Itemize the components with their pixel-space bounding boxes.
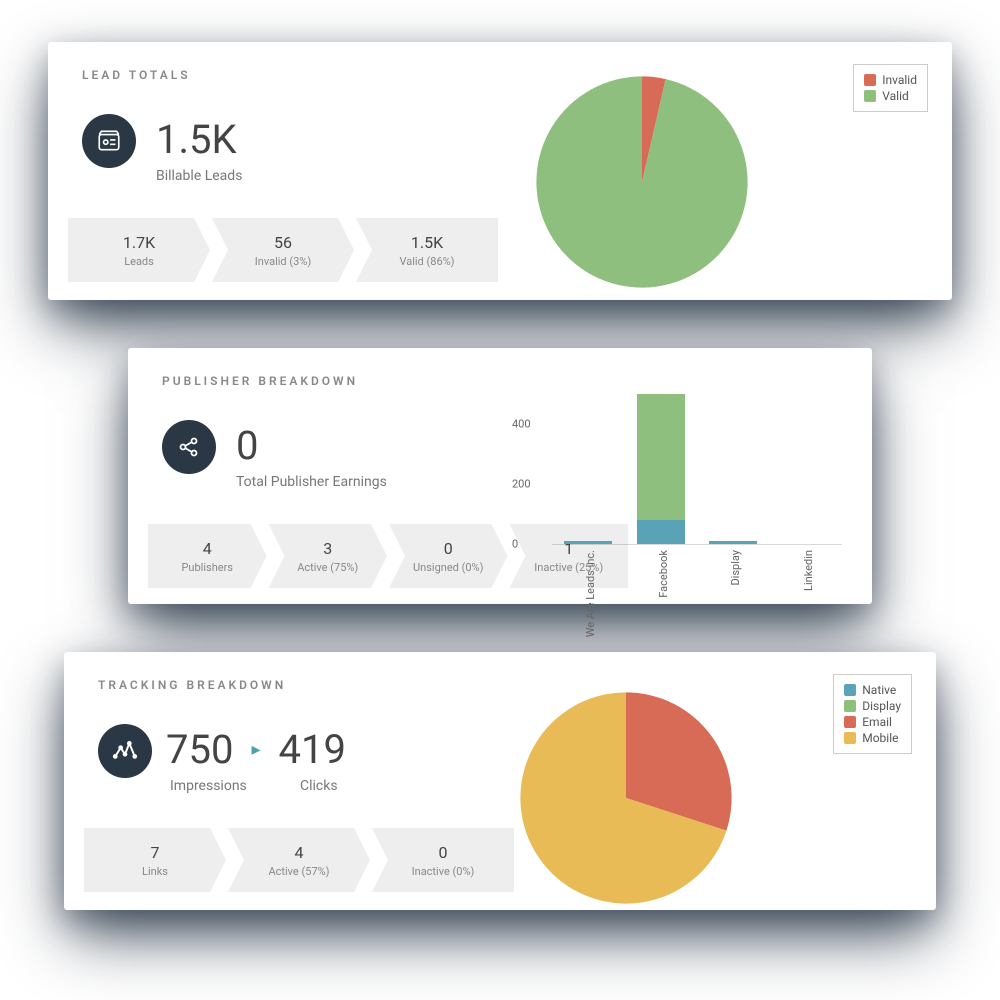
stat-chip: 56Invalid (3%) <box>212 218 354 282</box>
billable-leads-label: Billable Leads <box>156 168 242 184</box>
pie-slice <box>536 76 747 287</box>
impressions-label: Impressions <box>170 778 247 794</box>
legend-swatch <box>864 74 876 86</box>
y-tick: 200 <box>512 478 531 491</box>
bar-segment <box>709 541 757 544</box>
lead-totals-pie <box>532 72 752 292</box>
stat-chip: 1.5KValid (86%) <box>356 218 498 282</box>
bar-segment <box>564 541 612 544</box>
x-tick: We Are Leads inc. <box>584 550 597 637</box>
x-tick: Facebook <box>657 550 670 598</box>
pie-legend: Invalid Valid <box>853 64 928 112</box>
clicks-value: 419 <box>279 726 346 773</box>
card-publisher-breakdown: PUBLISHER BREAKDOWN 0 Total Publisher Ea… <box>128 348 872 604</box>
analytics-icon <box>98 724 152 778</box>
pie-legend: Native Display Email Mobile <box>833 674 912 754</box>
stat-chip: 0Inactive (0%) <box>372 828 514 892</box>
publisher-earnings-label: Total Publisher Earnings <box>236 474 387 490</box>
legend-swatch <box>844 732 856 744</box>
billable-leads-value: 1.5K <box>156 116 237 163</box>
badge-icon <box>82 114 136 168</box>
clicks-label: Clicks <box>300 778 338 794</box>
stat-chip: 1.7KLeads <box>68 218 210 282</box>
stat-chip: 4Publishers <box>148 524 267 588</box>
y-tick: 0 <box>512 538 518 551</box>
stat-chip: 0Unsigned (0%) <box>389 524 508 588</box>
stat-chip: 7Links <box>84 828 226 892</box>
stat-chip: 4Active (57%) <box>228 828 370 892</box>
stat-strip: 1.7KLeads 56Invalid (3%) 1.5KValid (86%) <box>68 218 498 282</box>
bar-segment <box>637 520 685 544</box>
legend-swatch <box>844 684 856 696</box>
card-tracking-breakdown: TRACKING BREAKDOWN 750 ▸ 419 Impressions… <box>64 652 936 910</box>
impressions-value: 750 <box>166 726 233 773</box>
card-title: TRACKING BREAKDOWN <box>98 678 286 692</box>
bar: We Are Leads inc. <box>564 541 612 544</box>
tracking-breakdown-pie <box>516 688 736 908</box>
card-lead-totals: LEAD TOTALS 1.5K Billable Leads 1.7KLead… <box>48 42 952 300</box>
bar-plot-area: We Are Leads inc.FacebookDisplayLinkedin <box>552 394 842 545</box>
stat-strip: 7Links 4Active (57%) 0Inactive (0%) <box>84 828 514 892</box>
y-tick: 400 <box>512 418 531 431</box>
legend-swatch <box>864 90 876 102</box>
share-icon <box>162 420 216 474</box>
legend-swatch <box>844 716 856 728</box>
publisher-bar-chart: We Are Leads inc. Facebook Display Linkedin… <box>512 394 842 594</box>
card-title: PUBLISHER BREAKDOWN <box>162 374 358 388</box>
stat-chip: 3Active (75%) <box>269 524 388 588</box>
card-title: LEAD TOTALS <box>82 68 191 82</box>
legend-swatch <box>844 700 856 712</box>
triangle-separator-icon: ▸ <box>251 739 260 760</box>
bar-segment <box>637 394 685 520</box>
publisher-earnings-value: 0 <box>236 422 258 469</box>
bar: Display <box>709 541 757 544</box>
x-tick: Display <box>729 550 742 586</box>
bar: Facebook <box>637 394 685 544</box>
x-tick: Linkedin <box>802 550 815 591</box>
